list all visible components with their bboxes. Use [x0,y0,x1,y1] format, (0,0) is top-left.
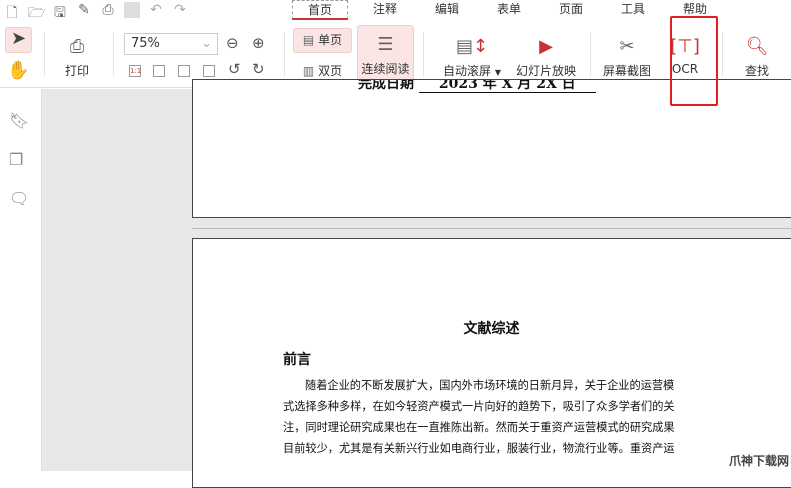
ocr-highlight-box [670,16,718,106]
menu-bar: 首页 注释 编辑 表单 页面 工具 帮助 [292,0,726,20]
auto-scroll-label: 自动滚屏 [443,64,492,78]
paragraph-line: 注，同时理论研究成果也在一直推陈出新。然而关于重资产运营模式的研究成果 [283,421,675,434]
single-page-icon: ▤ [302,33,315,47]
fit-width-icon[interactable] [178,65,190,77]
slideshow-icon: ▶ [539,36,553,57]
single-page-button[interactable]: ▤ 单页 [293,28,352,53]
rotate-left-icon[interactable]: ↺ [228,60,241,78]
fit-height-icon[interactable] [203,65,215,77]
single-page-label: 单页 [318,33,343,47]
continuous-icon: ☰ [377,34,394,55]
paragraph: 随着企业的不断发展扩大，国内外市场环境的日新月异，关于企业的运营模 式选择多种多… [283,375,675,459]
tab-page[interactable]: 页面 [540,0,602,20]
paragraph-line: 随着企业的不断发展扩大，国内外市场环境的日新月异，关于企业的运营模 [305,379,675,392]
actual-size-icon[interactable]: 1:1 [129,65,141,77]
double-page-label: 双页 [318,64,343,78]
printer-icon: ⎙ [69,36,85,57]
slideshow-button[interactable]: ▶ 幻灯片放映 [514,36,578,79]
auto-scroll-button[interactable]: ▤↕ 自动滚屏 ▼ [440,36,504,79]
print-label: 打印 [64,64,89,78]
find-label: 查找 [744,64,769,78]
zoom-value: 75% [131,36,160,51]
screenshot-button[interactable]: ✂ 屏幕截图 [600,36,654,79]
zoom-select[interactable]: 75% ⌄ [124,33,218,55]
tab-annotate[interactable]: 注释 [354,0,416,20]
watermark: 爪神下载网 [728,454,789,468]
slideshow-label: 幻灯片放映 [515,64,576,78]
comment-icon[interactable]: 🗨︎ [9,189,29,208]
document-title: 文献综述 [463,321,520,337]
hand-icon: ✋ [7,60,30,81]
double-page-button[interactable]: ▥ 双页 [293,62,352,79]
hand-tool-button[interactable]: ✋ [5,60,32,82]
print-button[interactable]: ⎙ 打印 [58,36,96,79]
scissors-icon: ✂ [619,36,635,57]
chevron-down-icon: ⌄ [201,36,212,51]
tab-edit[interactable]: 编辑 [416,0,478,20]
rotate-right-icon[interactable]: ↻ [252,60,265,78]
screenshot-label: 屏幕截图 [602,64,651,78]
paragraph-line: 目前较少，尤其是有关新兴行业如电商行业，服装行业，物流行业等。重资产运 [283,442,675,455]
zoom-in-button[interactable]: ⊕ [252,34,265,52]
thumbnails-icon[interactable]: ❐ [9,150,23,169]
find-button[interactable]: 🔍︎ 查找 [740,36,774,79]
dropdown-caret-icon: ▼ [494,68,501,77]
continuous-reading-button[interactable]: ☰ 连续阅读 [357,25,414,84]
section-heading: 前言 [283,352,311,368]
cursor-icon: ➤ [10,28,27,49]
tab-form[interactable]: 表单 [478,0,540,20]
left-sidebar: 🔖︎ ❐ 🗨︎ [0,89,42,471]
bookmark-icon[interactable]: 🔖︎ [9,111,29,130]
double-page-icon: ▥ [302,64,315,78]
tab-tools[interactable]: 工具 [602,0,664,20]
paragraph-line: 式选择多种多样，在如今轻资产模式一片向好的趋势下，吸引了众多学者们的关 [283,400,675,413]
completion-date-value: 2023 年 X 月 2X 日 [418,80,596,93]
continuous-label: 连续阅读 [361,62,410,76]
completion-date-label: 完成日期 [358,79,414,92]
zoom-out-button[interactable]: ⊖ [226,34,239,52]
auto-scroll-icon: ▤↕ [455,36,489,57]
tab-home[interactable]: 首页 [292,0,348,20]
select-tool-button[interactable]: ➤ [5,27,32,53]
document-view[interactable]: 完成日期 2023 年 X 月 2X 日 文献综述 前言 随着企业的不断发展扩大… [42,79,791,488]
search-icon: 🔍︎ [745,36,769,57]
page-2: 文献综述 前言 随着企业的不断发展扩大，国内外市场环境的日新月异，关于企业的运营… [192,238,791,488]
fit-page-icon[interactable] [153,65,165,77]
page-divider [192,228,791,229]
divider [124,2,140,18]
